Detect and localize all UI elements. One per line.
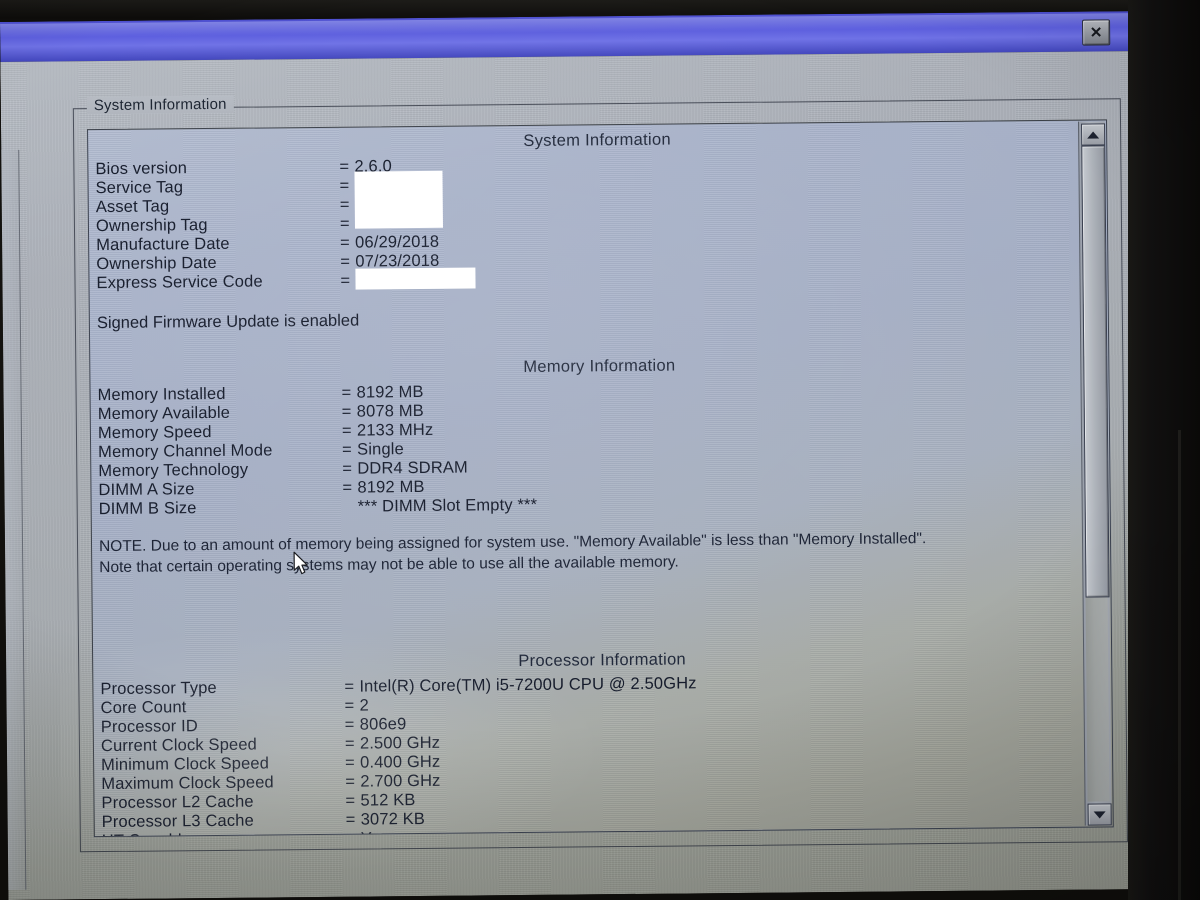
- value-current-clock-speed: 2.500 GHz: [359, 733, 441, 753]
- label-maximum-clock-speed: Maximum Clock Speed: [101, 773, 274, 794]
- label-manufacture-date: Manufacture Date: [96, 234, 230, 255]
- section-heading-processor: Processor Information: [518, 650, 687, 671]
- label-express-service-code: Express Service Code: [96, 272, 263, 293]
- value-memory-channel-mode: Single: [357, 440, 404, 459]
- eq-asset-tag: =: [339, 195, 350, 214]
- label-memory-technology: Memory Technology: [98, 460, 249, 481]
- label-bios-version: Bios version: [95, 159, 188, 179]
- value-processor-l2-cache: 512 KB: [360, 791, 416, 810]
- label-processor-id: Processor ID: [100, 717, 199, 737]
- value-dimm-a-size: 8192 MB: [357, 477, 425, 497]
- label-service-tag: Service Tag: [95, 178, 184, 198]
- label-processor-type: Processor Type: [100, 678, 217, 699]
- eq-memory-available: =: [341, 402, 352, 421]
- dialog-surface: System Information System Information Bi…: [0, 51, 1141, 900]
- eq-processor-l3-cache: =: [345, 810, 356, 829]
- section-heading-memory: Memory Information: [523, 356, 676, 376]
- label-core-count: Core Count: [100, 698, 187, 718]
- label-memory-speed: Memory Speed: [97, 422, 212, 443]
- eq-express-service-code: =: [340, 271, 351, 290]
- eq-memory-installed: =: [341, 383, 352, 402]
- label-ownership-tag: Ownership Tag: [95, 216, 208, 236]
- label-asset-tag: Asset Tag: [95, 197, 170, 217]
- label-dimm-a-size: DIMM A Size: [98, 480, 195, 500]
- eq-ownership-date: =: [340, 252, 351, 271]
- label-processor-l2-cache: Processor L2 Cache: [101, 792, 254, 813]
- scrollbar-thumb[interactable]: [1081, 145, 1110, 598]
- value-memory-available: 8078 MB: [356, 401, 424, 421]
- monitor-bezel-right: [1128, 0, 1200, 900]
- label-ht-capable: HT Capable: [102, 831, 191, 837]
- scroll-up-button[interactable]: [1081, 123, 1106, 146]
- left-nav-strip: [0, 149, 27, 891]
- eq-manufacture-date: =: [340, 233, 350, 252]
- chevron-down-icon: [1093, 810, 1106, 819]
- eq-memory-speed: =: [341, 421, 352, 440]
- eq-processor-type: =: [344, 677, 355, 696]
- label-memory-available: Memory Available: [97, 403, 231, 424]
- eq-processor-id: =: [344, 715, 355, 734]
- label-memory-channel-mode: Memory Channel Mode: [98, 441, 273, 462]
- signed-firmware-update-status: Signed Firmware Update is enabled: [96, 311, 360, 333]
- section-heading-system: System Information: [523, 130, 672, 150]
- label-dimm-b-size: DIMM B Size: [98, 499, 197, 519]
- value-processor-l3-cache: 3072 KB: [360, 809, 426, 829]
- eq-core-count: =: [344, 696, 355, 715]
- eq-service-tag: =: [339, 176, 350, 195]
- eq-memory-channel-mode: =: [342, 440, 352, 459]
- redaction-block-express-service-code: [355, 267, 476, 290]
- label-current-clock-speed: Current Clock Speed: [100, 735, 258, 756]
- eq-minimum-clock-speed: =: [345, 753, 355, 772]
- info-scroll-panel: System Information Bios version = 2.6.0 …: [87, 119, 1114, 838]
- chevron-up-icon: [1087, 130, 1100, 139]
- value-dimm-b-size: *** DIMM Slot Empty ***: [357, 495, 538, 516]
- value-memory-technology: DDR4 SDRAM: [357, 458, 468, 478]
- eq-memory-technology: =: [342, 459, 353, 478]
- eq-bios-version: =: [339, 157, 350, 176]
- eq-current-clock-speed: =: [344, 734, 355, 753]
- value-manufacture-date: 06/29/2018: [355, 232, 440, 252]
- label-processor-l3-cache: Processor L3 Cache: [101, 811, 254, 832]
- photo-of-monitor: ✕ System Information System Information …: [0, 0, 1200, 900]
- value-processor-id: 806e9: [359, 715, 407, 734]
- bezel-seam: [1178, 430, 1181, 900]
- redaction-block-tags: [354, 170, 443, 229]
- groupbox-label: System Information: [86, 95, 234, 115]
- eq-dimm-a-size: =: [342, 478, 353, 497]
- value-core-count: 2: [359, 696, 369, 715]
- scroll-down-button[interactable]: [1087, 803, 1112, 826]
- value-memory-installed: 8192 MB: [356, 382, 424, 402]
- eq-maximum-clock-speed: =: [345, 772, 356, 791]
- eq-processor-l2-cache: =: [345, 791, 356, 810]
- label-ownership-date: Ownership Date: [96, 253, 217, 274]
- bios-screen: ✕ System Information System Information …: [0, 11, 1141, 900]
- value-minimum-clock-speed: 0.400 GHz: [360, 752, 441, 772]
- scrollbar-track[interactable]: [1085, 597, 1110, 802]
- label-minimum-clock-speed: Minimum Clock Speed: [101, 754, 270, 775]
- value-memory-speed: 2133 MHz: [356, 420, 434, 440]
- info-content: System Information Bios version = 2.6.0 …: [88, 120, 1113, 838]
- label-memory-installed: Memory Installed: [97, 384, 226, 405]
- close-icon[interactable]: ✕: [1082, 19, 1111, 46]
- value-maximum-clock-speed: 2.700 GHz: [360, 771, 441, 791]
- eq-ownership-tag: =: [339, 214, 350, 233]
- memory-note-text: NOTE. Due to an amount of memory being a…: [98, 530, 927, 577]
